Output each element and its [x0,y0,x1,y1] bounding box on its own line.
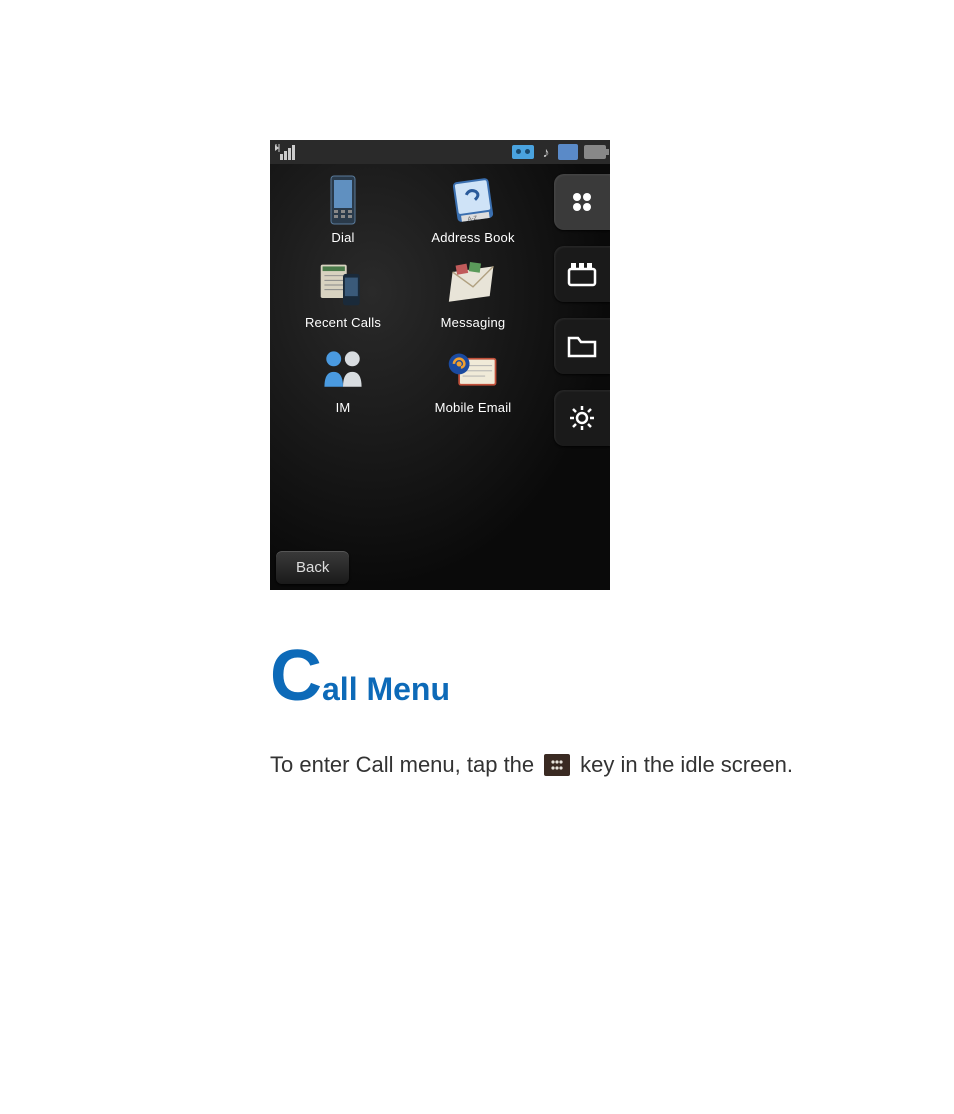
app-label: Dial [331,230,354,245]
app-grid: Dial A-Z Address Book [278,174,538,415]
section-heading: Call Menu [270,640,894,712]
signal-icon [274,144,298,160]
battery-icon [584,145,606,159]
phone-screenshot: ♪ Dial [270,140,610,590]
app-recent-calls[interactable]: Recent Calls [278,259,408,330]
side-tab-settings[interactable] [554,390,610,446]
body-paragraph: To enter Call menu, tap the key in the i… [270,752,894,778]
side-tab-media[interactable] [554,246,610,302]
app-label: IM [336,400,351,415]
address-book-icon: A-Z [447,174,499,226]
heading-rest: all Menu [322,671,450,707]
heading-dropcap: C [270,636,322,716]
app-label: Address Book [431,230,514,245]
side-tab-communication[interactable] [554,174,610,230]
music-icon: ♪ [540,144,552,160]
app-dial[interactable]: Dial [278,174,408,245]
dial-icon [317,174,369,226]
menu-key-icon [544,754,570,776]
body-text-before: To enter Call menu, tap the [270,752,534,778]
recent-calls-icon [317,259,369,311]
back-label: Back [296,559,329,576]
app-address-book[interactable]: A-Z Address Book [408,174,538,245]
back-button[interactable]: Back [276,551,349,584]
body-text-after: key in the idle screen. [580,752,793,778]
app-mobile-email[interactable]: Mobile Email [408,344,538,415]
mobile-email-icon [447,344,499,396]
app-messaging[interactable]: Messaging [408,259,538,330]
messaging-icon [447,259,499,311]
side-tab-files[interactable] [554,318,610,374]
voicemail-icon [512,145,534,159]
app-label: Recent Calls [305,315,381,330]
status-bar: ♪ [270,140,610,164]
app-im[interactable]: IM [278,344,408,415]
side-tab-bar [554,174,610,446]
svg-text:A-Z: A-Z [467,216,478,223]
im-icon [317,344,369,396]
network-icon [558,144,578,160]
app-label: Mobile Email [435,400,512,415]
app-label: Messaging [441,315,506,330]
